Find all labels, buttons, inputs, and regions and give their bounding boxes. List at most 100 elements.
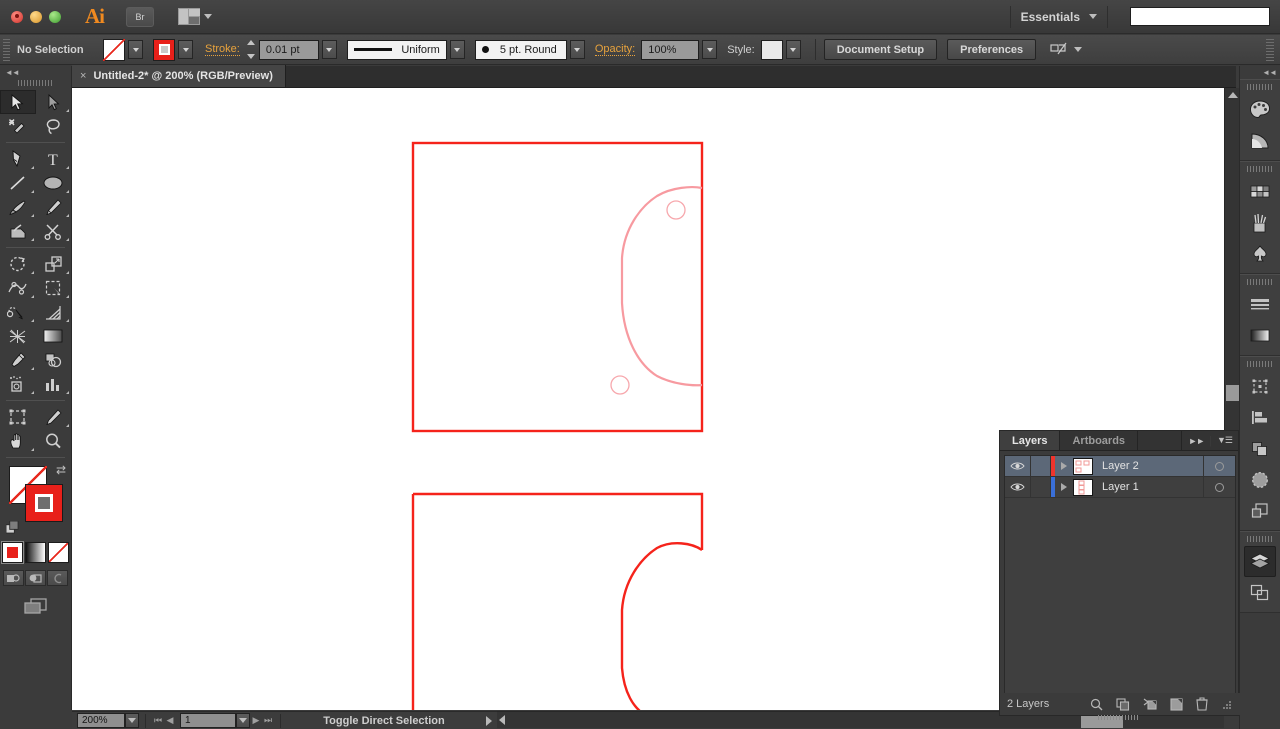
transform-panel-icon[interactable] <box>1240 371 1280 402</box>
brushes-panel-icon[interactable] <box>1240 207 1280 238</box>
artboard-number-dropdown[interactable] <box>236 713 250 728</box>
scroll-left-button[interactable] <box>499 715 505 725</box>
tab-layers[interactable]: Layers <box>1000 431 1061 450</box>
zoom-level-dropdown[interactable] <box>125 713 139 728</box>
transform-each-icon[interactable] <box>1050 42 1067 57</box>
create-new-layer-icon[interactable] <box>1170 697 1183 711</box>
opacity-field[interactable]: 100% <box>641 39 700 60</box>
gradient-tool[interactable] <box>36 324 72 348</box>
swap-fill-stroke-icon[interactable]: ⇄ <box>56 463 66 477</box>
previous-artboard-icon[interactable]: ◀ <box>164 715 176 726</box>
layers-panel-icon[interactable] <box>1244 546 1276 577</box>
zoom-tool[interactable] <box>36 429 72 453</box>
opacity-label[interactable]: Opacity: <box>594 43 636 56</box>
selection-tool[interactable] <box>0 90 36 114</box>
artboard-number-field[interactable]: 1 <box>180 713 236 728</box>
create-new-sublayer-icon[interactable] <box>1143 698 1157 711</box>
lock-toggle[interactable] <box>1031 456 1051 476</box>
scale-tool[interactable] <box>36 252 72 276</box>
expand-layer-icon[interactable] <box>1055 483 1073 491</box>
layer-row-layer-2[interactable]: Layer 2 <box>1005 456 1235 477</box>
collapse-panel-icon[interactable]: ◄◄ <box>5 68 20 77</box>
chevron-down-icon[interactable] <box>1074 47 1083 52</box>
column-graph-tool[interactable] <box>36 372 72 396</box>
line-segment-tool[interactable] <box>0 171 36 195</box>
stroke-weight-label[interactable]: Stroke: <box>205 43 240 56</box>
blob-brush-tool[interactable] <box>0 219 36 243</box>
delete-selection-icon[interactable] <box>1196 697 1208 711</box>
tab-artboards[interactable]: Artboards <box>1060 431 1139 450</box>
gradient-mode-button[interactable] <box>25 542 46 563</box>
fill-swatch[interactable] <box>103 38 125 61</box>
pathfinder-panel-icon[interactable] <box>1240 433 1280 464</box>
dock-group-grip[interactable] <box>1247 361 1273 367</box>
stroke-profile-dropdown[interactable] <box>449 40 465 59</box>
blend-tool[interactable] <box>36 348 72 372</box>
last-artboard-icon[interactable]: ⏭ <box>262 715 274 726</box>
stroke-weight-dropdown[interactable] <box>321 40 337 59</box>
zoom-window-button[interactable] <box>49 10 61 23</box>
collapse-to-icons-icon[interactable]: ►► <box>1188 436 1205 446</box>
lasso-tool[interactable] <box>36 114 72 138</box>
stroke-color-swatch[interactable] <box>153 38 175 61</box>
stroke-dropdown-button[interactable] <box>178 40 193 59</box>
control-bar-grip[interactable] <box>3 38 10 61</box>
align-panel-icon[interactable] <box>1240 402 1280 433</box>
make-clipping-mask-icon[interactable] <box>1116 697 1130 711</box>
status-menu-icon[interactable] <box>481 715 497 726</box>
color-panel-icon[interactable] <box>1240 94 1280 125</box>
pen-tool[interactable] <box>0 147 36 171</box>
artboards-panel-icon[interactable] <box>1240 577 1280 608</box>
next-artboard-icon[interactable]: ▶ <box>250 715 262 726</box>
layer-name[interactable]: Layer 2 <box>1093 460 1203 472</box>
dock-group-grip[interactable] <box>1247 536 1273 542</box>
layer-row-layer-1[interactable]: Layer 1 <box>1005 477 1235 498</box>
preferences-button[interactable]: Preferences <box>947 39 1037 60</box>
panel-resize-grip[interactable] <box>1098 715 1140 720</box>
none-mode-button[interactable] <box>48 542 69 563</box>
stepper-up-icon[interactable] <box>246 40 255 45</box>
workspace-switcher[interactable]: Essentials <box>1021 10 1080 24</box>
panel-menu-icon[interactable]: ▼☰ <box>1217 435 1233 446</box>
dock-group-grip[interactable] <box>1247 279 1273 285</box>
dock-group-grip[interactable] <box>1247 84 1273 90</box>
draw-inside-icon[interactable] <box>47 570 68 586</box>
first-artboard-icon[interactable]: ⏮ <box>152 715 164 726</box>
scroll-up-button[interactable] <box>1225 88 1240 102</box>
transparency-panel-icon[interactable] <box>1240 464 1280 495</box>
stepper-down-icon[interactable] <box>246 54 255 59</box>
brush-definition-field[interactable]: 5 pt. Round <box>474 39 567 60</box>
perspective-grid-tool[interactable] <box>36 300 72 324</box>
locate-object-icon[interactable] <box>1090 698 1103 711</box>
gradient-panel-icon[interactable] <box>1240 320 1280 351</box>
magic-wand-tool[interactable] <box>0 114 36 138</box>
stroke-weight-field[interactable]: 0.01 pt <box>258 39 319 60</box>
width-tool[interactable] <box>0 276 36 300</box>
resize-grip-icon[interactable] <box>1221 699 1232 710</box>
symbols-panel-icon[interactable] <box>1240 238 1280 269</box>
eyedropper-tool[interactable] <box>0 348 36 372</box>
target-indicator[interactable] <box>1203 456 1235 476</box>
document-tab[interactable]: × Untitled-2* @ 200% (RGB/Preview) <box>72 65 286 87</box>
hand-tool[interactable] <box>0 429 36 453</box>
scissors-tool[interactable] <box>36 219 72 243</box>
expand-layer-icon[interactable] <box>1055 462 1073 470</box>
control-bar-options-grip[interactable] <box>1266 38 1274 61</box>
lock-toggle[interactable] <box>1031 477 1051 497</box>
chevron-down-icon[interactable] <box>1089 14 1097 19</box>
stroke-profile-field[interactable]: Uniform <box>346 39 447 60</box>
stroke-color-indicator[interactable] <box>25 484 63 522</box>
layers-list[interactable]: Layer 2 Layer 1 <box>1004 455 1236 709</box>
rotate-tool[interactable] <box>0 252 36 276</box>
opacity-dropdown[interactable] <box>702 40 718 59</box>
paintbrush-tool[interactable] <box>0 195 36 219</box>
draw-normal-icon[interactable] <box>3 570 24 586</box>
close-icon[interactable]: × <box>80 70 86 82</box>
target-indicator[interactable] <box>1203 477 1235 497</box>
visibility-toggle-icon[interactable] <box>1005 477 1031 497</box>
stroke-weight-stepper[interactable] <box>246 40 257 59</box>
shape-builder-tool[interactable] <box>0 300 36 324</box>
swatches-panel-icon[interactable] <box>1240 176 1280 207</box>
color-mode-button[interactable] <box>1 541 24 564</box>
brush-definition-dropdown[interactable] <box>569 40 585 59</box>
